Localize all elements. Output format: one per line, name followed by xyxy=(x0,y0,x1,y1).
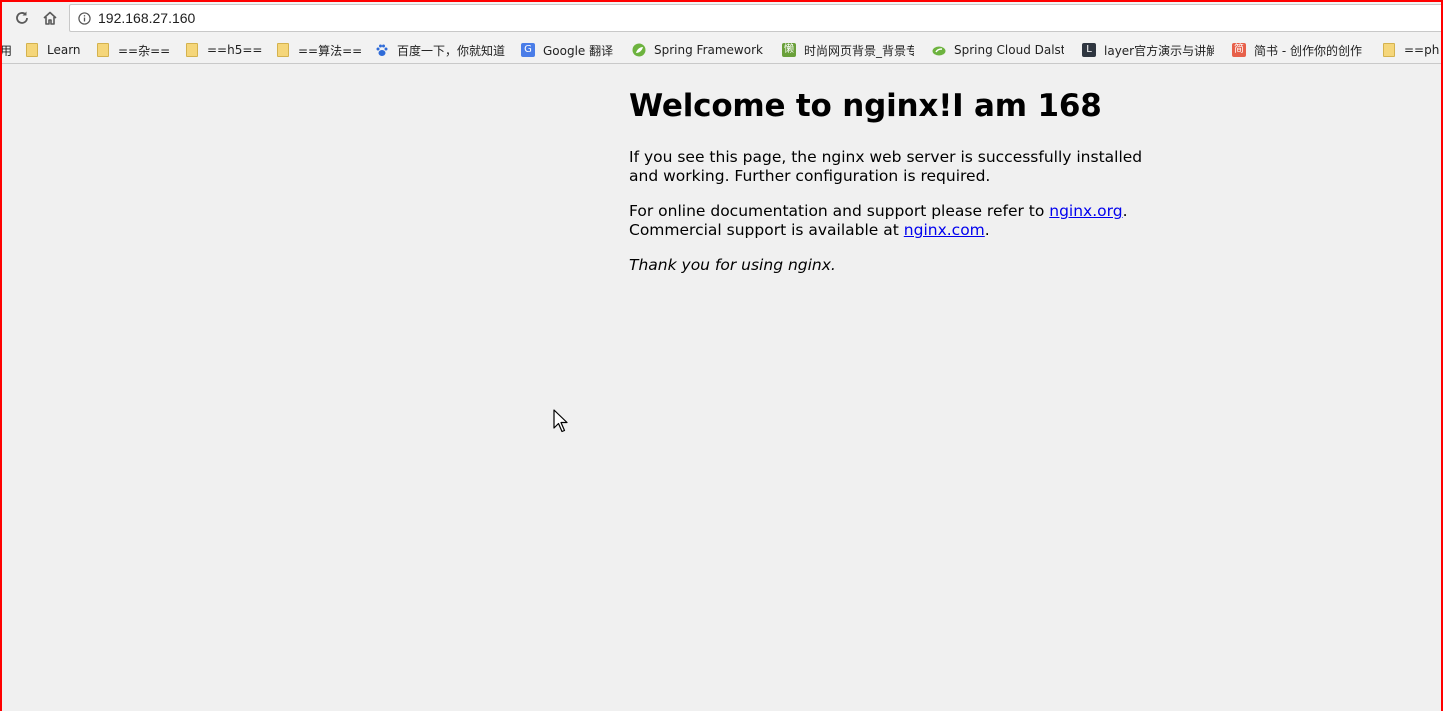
docs-text-period: . xyxy=(1122,202,1128,220)
docs-text: For online documentation and support ple… xyxy=(629,202,1050,220)
bookmark-label: ==算法== xyxy=(298,43,363,58)
bookmark-jianshu[interactable]: 简 简书 - 创作你的创作 xyxy=(1232,36,1362,63)
folder-icon xyxy=(96,43,110,57)
commercial-text-period: . xyxy=(984,221,990,239)
bookmark-suanfa[interactable]: ==算法== xyxy=(276,36,363,63)
nginx-welcome-page: Welcome to nginx!I am 168 If you see thi… xyxy=(629,86,1149,291)
bookmark-spring-cloud[interactable]: Spring Cloud Dalst xyxy=(932,36,1064,63)
home-button[interactable] xyxy=(40,8,60,28)
bookmark-lan[interactable]: 懒 时尚网页背景_背景专 xyxy=(782,36,914,63)
lan-icon: 懒 xyxy=(782,43,796,57)
mouse-cursor-icon xyxy=(553,409,568,433)
folder-icon xyxy=(276,43,290,57)
bookmark-learn[interactable]: Learn xyxy=(25,36,81,63)
folder-icon xyxy=(1382,43,1396,57)
bookmark-spring-framework[interactable]: Spring Framework xyxy=(632,36,763,63)
bookmark-label: 简书 - 创作你的创作 xyxy=(1254,43,1362,58)
bookmark-baidu[interactable]: 百度一下，你就知道 xyxy=(375,36,506,63)
thanks-text: Thank you for using nginx. xyxy=(629,256,836,274)
bookmark-layer[interactable]: L layer官方演示与讲解 xyxy=(1082,36,1214,63)
thanks-paragraph: Thank you for using nginx. xyxy=(629,256,1149,275)
bookmark-label: Spring Framework xyxy=(654,43,763,57)
bookmark-label: 用 xyxy=(0,43,13,58)
url-text[interactable]: 192.168.27.160 xyxy=(98,10,195,26)
bookmark-google-translate[interactable]: G Google 翻译 xyxy=(521,36,614,63)
jianshu-icon: 简 xyxy=(1232,43,1246,57)
reload-button[interactable] xyxy=(12,8,32,28)
google-translate-icon: G xyxy=(521,43,535,57)
layer-icon: L xyxy=(1082,43,1096,57)
home-icon xyxy=(43,11,57,25)
bookmark-label: 时尚网页背景_背景专 xyxy=(804,43,914,58)
nginx-com-link[interactable]: nginx.com xyxy=(904,221,985,239)
bookmark-label: Spring Cloud Dalst xyxy=(954,43,1064,57)
browser-toolbar: 192.168.27.160 xyxy=(0,0,1443,36)
bookmarks-bar: 用 Learn ==杂== ==h5== ==算法== 百度一下，你就知道 G … xyxy=(0,36,1443,64)
spring-leaf-icon xyxy=(632,43,646,57)
bookmark-label: ==ph xyxy=(1404,43,1440,57)
info-icon[interactable] xyxy=(77,11,91,25)
spring-cloud-icon xyxy=(932,43,946,57)
bookmark-h5[interactable]: ==h5== xyxy=(185,36,263,63)
reload-icon xyxy=(16,11,28,24)
bookmark-label: ==h5== xyxy=(207,43,263,57)
folder-icon xyxy=(25,43,39,57)
commercial-text: Commercial support is available at xyxy=(629,221,904,239)
bookmark-label: Learn xyxy=(47,43,81,57)
folder-icon xyxy=(185,43,199,57)
bookmark-label: 百度一下，你就知道 xyxy=(397,43,506,58)
bookmark-za[interactable]: ==杂== xyxy=(96,36,171,63)
baidu-paw-icon xyxy=(375,43,389,57)
bookmark-apps[interactable]: 用 xyxy=(0,36,13,63)
intro-paragraph: If you see this page, the nginx web serv… xyxy=(629,148,1143,185)
page-title: Welcome to nginx!I am 168 xyxy=(629,88,1102,124)
nginx-org-link[interactable]: nginx.org xyxy=(1049,202,1122,220)
bookmark-label: Google 翻译 xyxy=(543,43,614,58)
bookmark-ph[interactable]: ==ph xyxy=(1382,36,1440,63)
bookmark-label: ==杂== xyxy=(118,43,171,58)
bookmark-label: layer官方演示与讲解 xyxy=(1104,43,1214,58)
address-bar[interactable]: 192.168.27.160 xyxy=(69,4,1443,32)
docs-paragraph: For online documentation and support ple… xyxy=(629,202,1149,240)
